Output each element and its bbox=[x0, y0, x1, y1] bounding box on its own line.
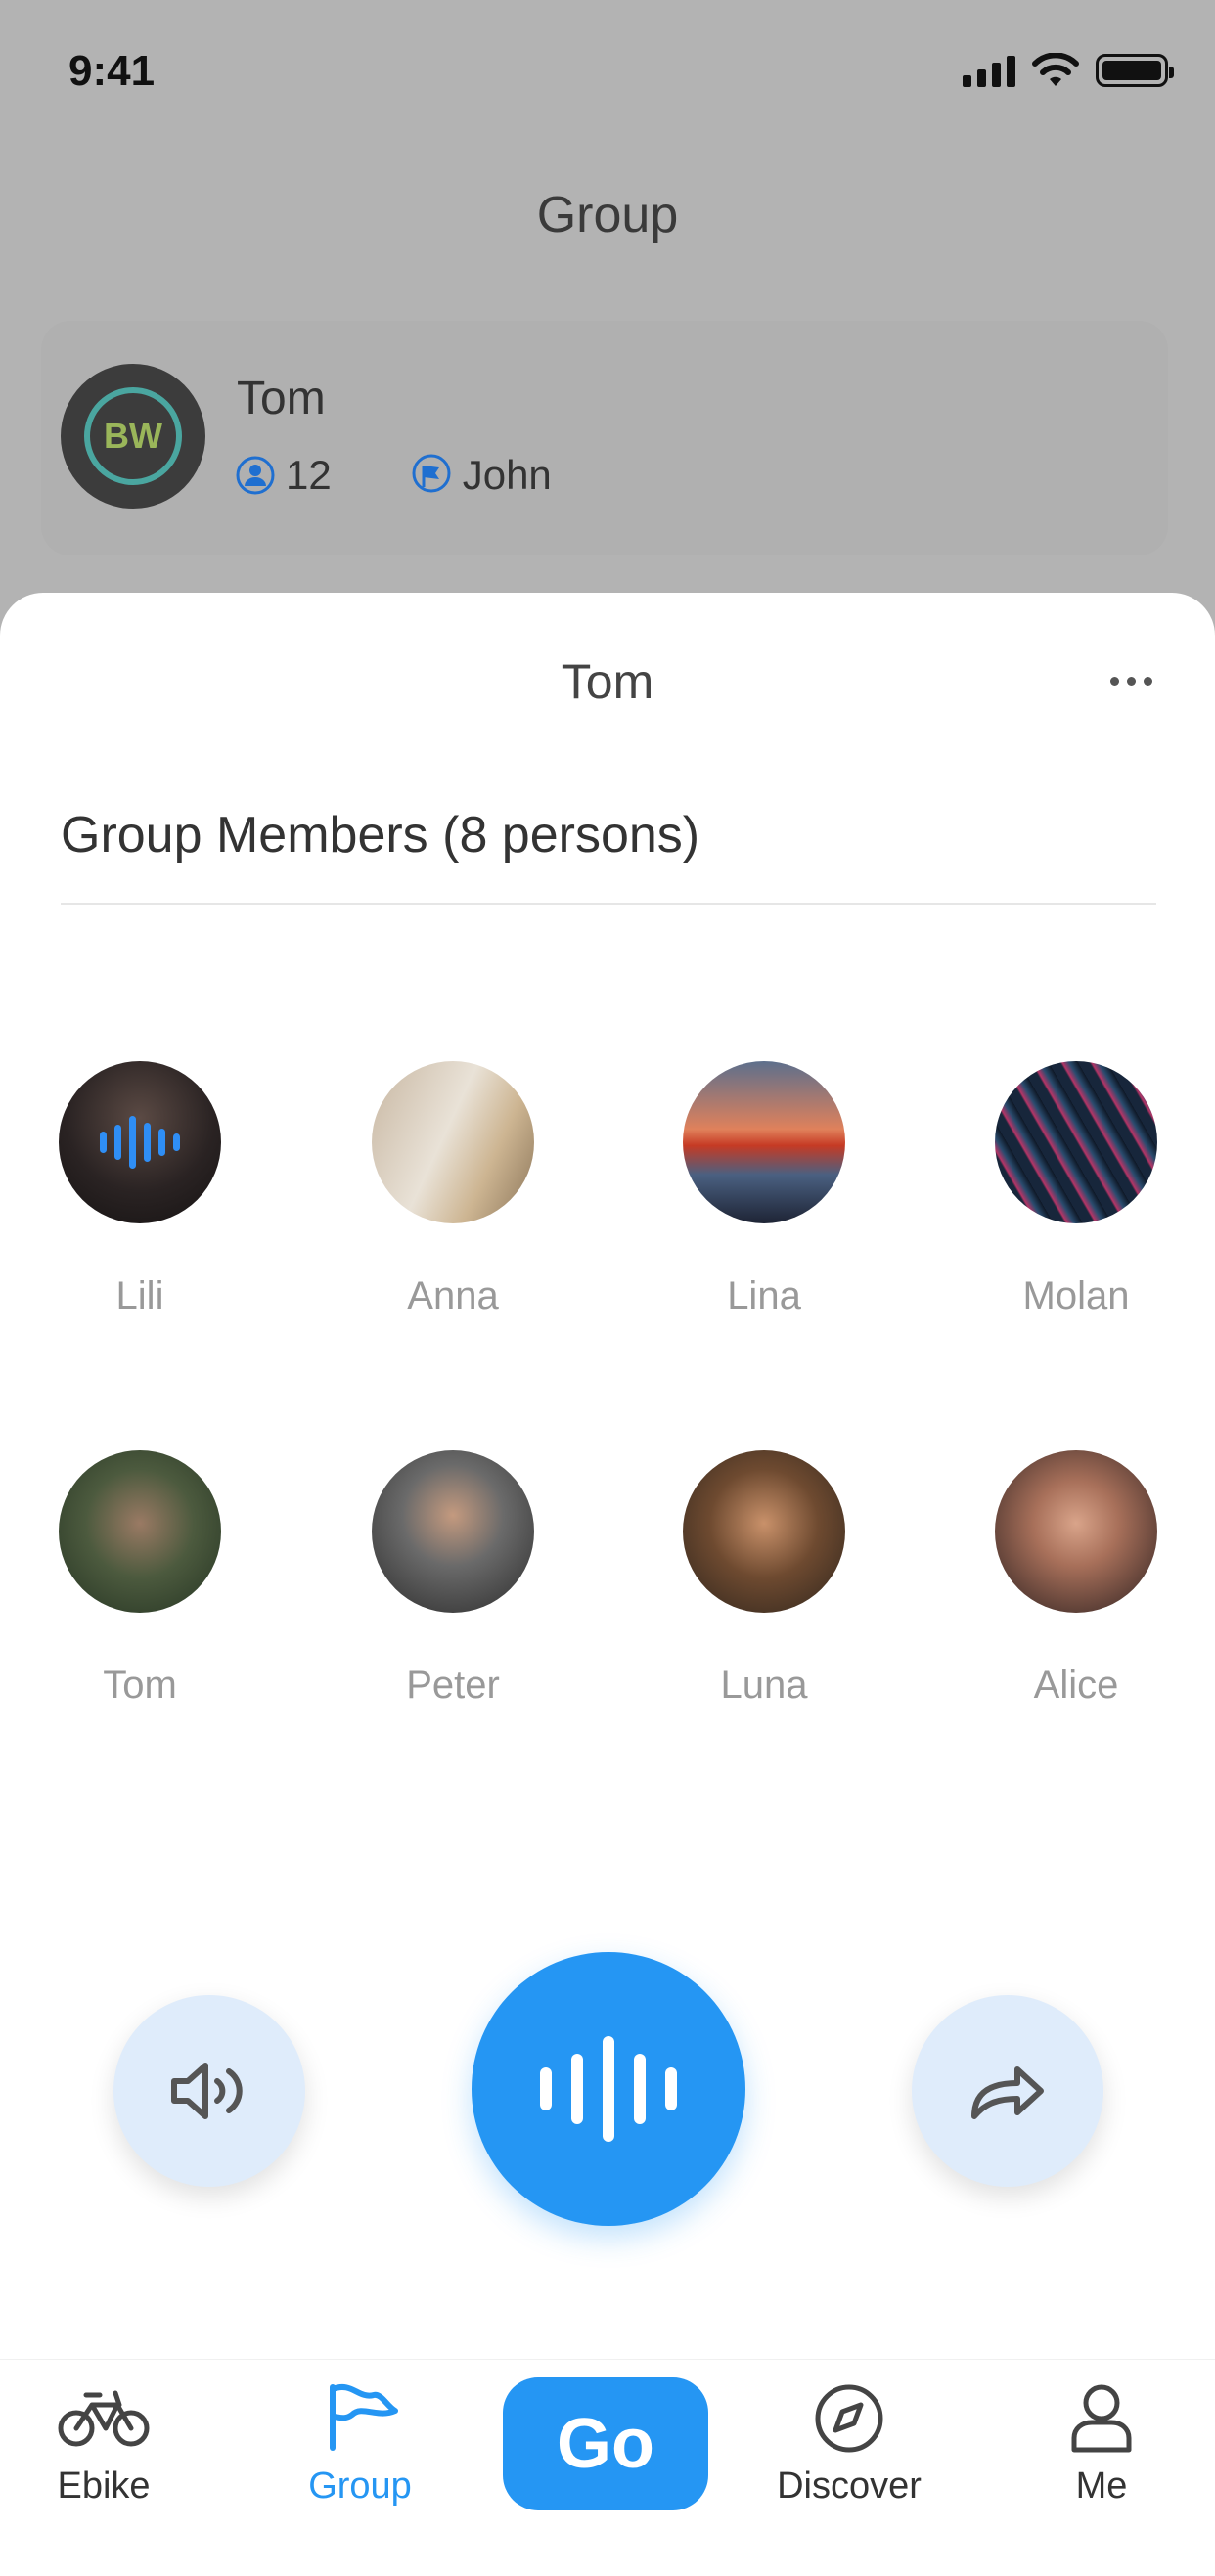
member-name: Tom bbox=[103, 1664, 177, 1707]
member-name: Anna bbox=[407, 1274, 499, 1317]
speaking-wave-icon bbox=[59, 1061, 221, 1223]
status-icons bbox=[963, 53, 1174, 88]
member-alice[interactable]: Alice bbox=[959, 1450, 1193, 1708]
avatar bbox=[59, 1450, 221, 1613]
flag-icon bbox=[330, 2384, 398, 2451]
group-card[interactable] bbox=[41, 321, 1168, 555]
member-count: 12 bbox=[235, 452, 332, 499]
avatar bbox=[995, 1450, 1157, 1613]
group-meta: 12 John bbox=[235, 452, 552, 499]
person-icon bbox=[236, 456, 275, 495]
member-luna[interactable]: Luna bbox=[647, 1450, 881, 1708]
tab-bar: Ebike Group Go Discover Me bbox=[0, 2359, 1215, 2576]
member-count-value: 12 bbox=[286, 452, 332, 498]
group-sheet: Tom Group Members (8 persons) Lili Anna … bbox=[0, 593, 1215, 2576]
status-bar: 9:41 bbox=[0, 0, 1215, 137]
more-options-button[interactable] bbox=[1110, 677, 1152, 686]
tab-label: Ebike bbox=[57, 2465, 151, 2507]
member-lina[interactable]: Lina bbox=[647, 1061, 881, 1318]
member-tom[interactable]: Tom bbox=[22, 1450, 257, 1708]
group-leader-name: John bbox=[462, 452, 552, 498]
member-name: Peter bbox=[406, 1664, 500, 1707]
go-button[interactable]: Go bbox=[503, 2377, 708, 2510]
tab-label: Me bbox=[1075, 2465, 1128, 2507]
member-peter[interactable]: Peter bbox=[336, 1450, 570, 1708]
avatar bbox=[372, 1061, 534, 1223]
speaker-button[interactable] bbox=[113, 1995, 305, 2187]
page-title: Group bbox=[536, 187, 679, 244]
tab-group[interactable]: Group bbox=[262, 2360, 458, 2576]
avatar bbox=[372, 1450, 534, 1613]
avatar bbox=[995, 1061, 1157, 1223]
push-to-talk-button[interactable] bbox=[472, 1952, 745, 2226]
battery-icon bbox=[1096, 54, 1174, 87]
group-logo: BW bbox=[61, 364, 205, 509]
member-anna[interactable]: Anna bbox=[336, 1061, 570, 1318]
member-name: Lina bbox=[727, 1274, 801, 1317]
tab-label: Group bbox=[308, 2465, 412, 2507]
tab-ebike[interactable]: Ebike bbox=[6, 2360, 202, 2576]
member-name: Luna bbox=[720, 1664, 808, 1707]
member-name: Molan bbox=[1022, 1274, 1130, 1317]
members-title: Group Members (8 persons) bbox=[61, 807, 700, 864]
avatar bbox=[683, 1450, 845, 1613]
divider bbox=[61, 903, 1156, 905]
compass-icon bbox=[815, 2384, 883, 2453]
member-molan[interactable]: Molan bbox=[959, 1061, 1193, 1318]
member-lili[interactable]: Lili bbox=[22, 1061, 257, 1318]
tab-label: Discover bbox=[777, 2465, 922, 2507]
avatar bbox=[683, 1061, 845, 1223]
wifi-icon bbox=[1032, 53, 1079, 86]
bicycle-icon bbox=[58, 2390, 150, 2447]
flag-icon bbox=[412, 454, 451, 493]
member-name: Alice bbox=[1033, 1664, 1119, 1707]
group-name: Tom bbox=[237, 373, 326, 424]
tab-discover[interactable]: Discover bbox=[751, 2360, 947, 2576]
avatar bbox=[59, 1061, 221, 1223]
speaker-icon bbox=[171, 2063, 243, 2119]
share-button[interactable] bbox=[912, 1995, 1103, 2187]
cellular-signal-icon bbox=[963, 54, 1015, 87]
sheet-title: Tom bbox=[561, 654, 654, 709]
group-logo-mark: BW bbox=[84, 387, 182, 485]
status-time: 9:41 bbox=[68, 47, 156, 95]
tab-me[interactable]: Me bbox=[1004, 2360, 1199, 2576]
share-icon bbox=[971, 2066, 1044, 2119]
group-leader: John bbox=[410, 452, 552, 499]
person-icon bbox=[1071, 2384, 1132, 2453]
member-name: Lili bbox=[115, 1274, 164, 1317]
